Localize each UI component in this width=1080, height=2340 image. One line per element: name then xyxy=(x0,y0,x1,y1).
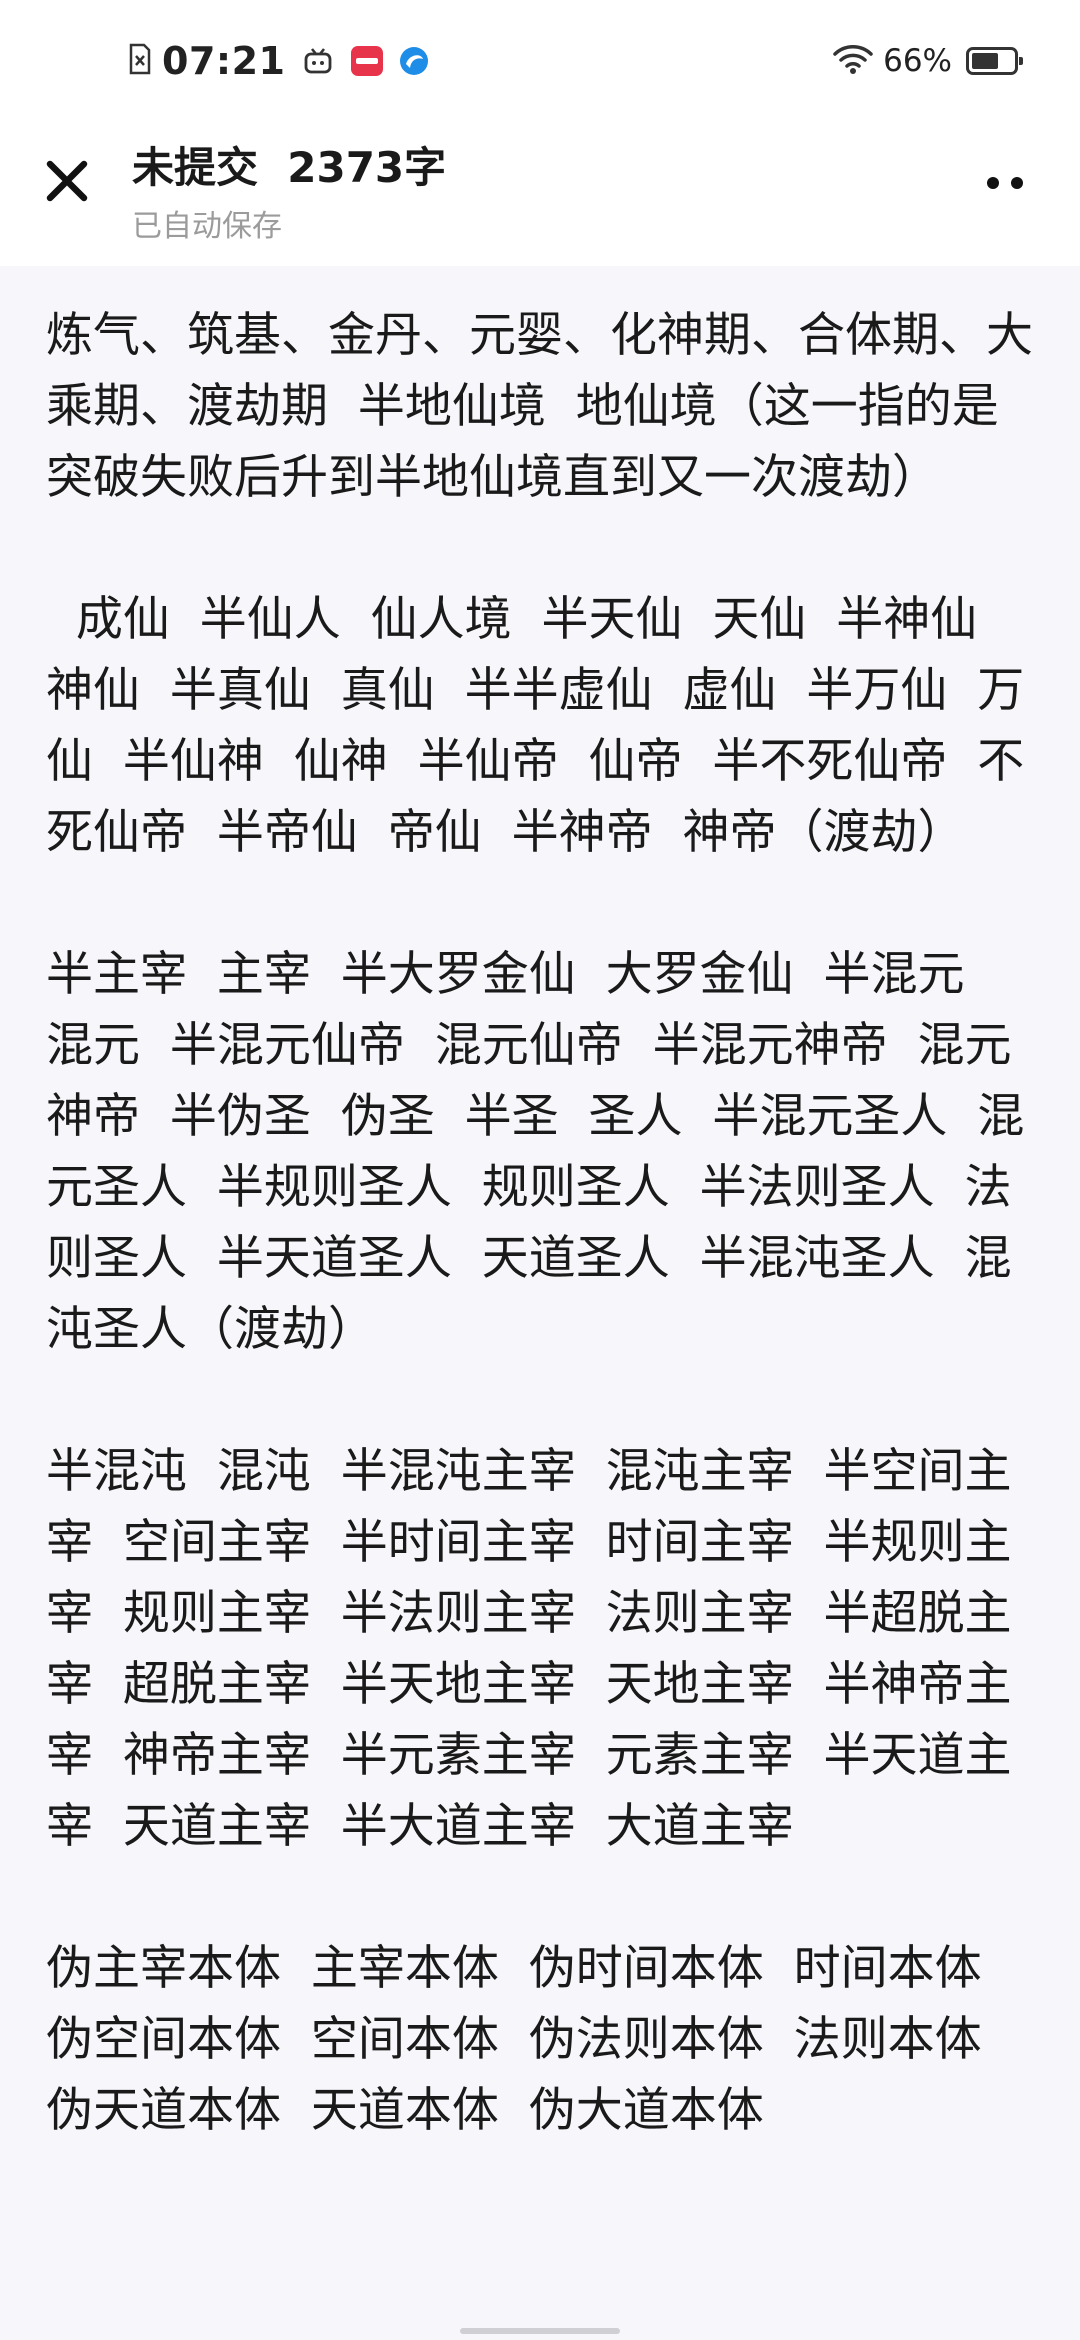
editor-paragraph[interactable]: 半主宰 主宰 半大罗金仙 大罗金仙 半混元 混元 半混元仙帝 混元仙帝 半混元神… xyxy=(46,939,1036,1365)
editor-paragraph[interactable]: 半混沌 混沌 半混沌主宰 混沌主宰 半空间主宰 空间主宰 半时间主宰 时间主宰 … xyxy=(46,1436,1036,1862)
more-icon xyxy=(987,177,999,189)
home-indicator[interactable] xyxy=(460,2328,620,2334)
app-red-icon xyxy=(351,46,384,76)
editor-paragraph[interactable]: 伪主宰本体 主宰本体 伪时间本体 时间本体 伪空间本体 空间本体 伪法则本体 法… xyxy=(46,1933,1036,2146)
text-editor[interactable]: 炼气、筑基、金丹、元婴、化神期、合体期、大乘期、渡劫期 半地仙境 地仙境（这一指… xyxy=(46,300,1036,2217)
battery-nub xyxy=(1019,57,1023,65)
clock: 07:21 xyxy=(162,39,286,83)
editor-paragraph[interactable]: 炼气、筑基、金丹、元婴、化神期、合体期、大乘期、渡劫期 半地仙境 地仙境（这一指… xyxy=(46,300,1036,513)
header-text: 未提交 2373字 已自动保存 xyxy=(132,134,446,245)
sim-icon xyxy=(128,43,152,79)
autosave-status: 已自动保存 xyxy=(132,209,282,244)
app-blue-icon xyxy=(399,46,429,76)
editor-header: 未提交 2373字 已自动保存 xyxy=(0,120,1080,266)
more-button[interactable] xyxy=(970,160,1040,206)
status-right: 66% xyxy=(833,38,1023,84)
wifi-icon xyxy=(833,43,873,79)
tv-icon xyxy=(303,46,333,76)
more-icon-dot xyxy=(1011,177,1023,189)
draft-title: 未提交 2373字 xyxy=(132,143,447,192)
close-button[interactable] xyxy=(40,156,94,210)
editor-paragraph[interactable]: 成仙 半仙人 仙人境 半天仙 天仙 半神仙 神仙 半真仙 真仙 半半虚仙 虚仙 … xyxy=(46,584,1036,868)
battery-icon xyxy=(966,47,1023,75)
status-left: 07:21 xyxy=(128,38,429,84)
status-bar: 07:21 66% xyxy=(0,0,1080,120)
battery-percent: 66% xyxy=(883,43,952,79)
battery-fill xyxy=(972,53,998,69)
close-icon xyxy=(44,158,90,208)
